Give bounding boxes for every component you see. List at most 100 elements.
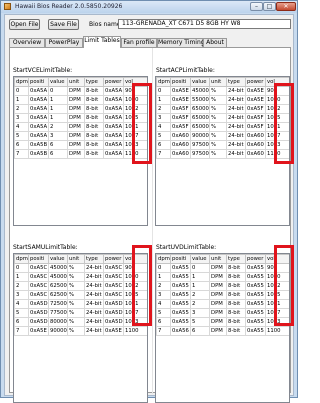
table-cell-type[interactable]: 24-bit	[226, 149, 246, 159]
table-cell-dpm[interactable]: 4	[14, 122, 29, 132]
table-cell-type[interactable]: 24-bit	[84, 299, 104, 309]
column-header-power[interactable]: power	[245, 77, 266, 87]
table-cell-vol[interactable]: 1075	[123, 290, 147, 300]
table-cell-dpm[interactable]: 4	[156, 299, 171, 309]
table-cell-vol[interactable]: 900	[265, 86, 289, 96]
column-header-unit[interactable]: unit	[67, 254, 85, 264]
table-cell-value[interactable]: 2	[190, 299, 210, 309]
table-cell-vol[interactable]: 1081	[265, 122, 289, 132]
table-cell-value[interactable]: 77500	[48, 308, 68, 318]
table-cell-vol[interactable]: 1075	[123, 113, 147, 123]
table-cell-dpm[interactable]: 3	[14, 113, 29, 123]
column-header-dpm[interactable]: dpm	[156, 254, 171, 264]
table-cell-value[interactable]: 6	[48, 140, 68, 150]
table-cell-power[interactable]: 0xA55	[245, 263, 266, 273]
table-cell-power[interactable]: 0xA5C	[103, 290, 124, 300]
title-bar[interactable]: Hawaii Bios Reader 2.0.5850.20926 – □ ✕	[1, 1, 297, 13]
table-cell-unit[interactable]: %	[209, 131, 227, 141]
table-cell-positi[interactable]: 0xA5B	[28, 140, 49, 150]
column-header-value[interactable]: value	[48, 77, 68, 87]
table-cell-type[interactable]: 24-bit	[84, 281, 104, 291]
table-row[interactable]: 4 0xA5F 65000% 24-bit 0xA5F 1081	[156, 122, 289, 132]
table-cell-vol[interactable]: 1100	[123, 326, 147, 336]
table-cell-vol[interactable]: 1000	[123, 272, 147, 282]
table-cell-power[interactable]: 0xA5A	[103, 95, 124, 105]
column-header-value[interactable]: value	[190, 77, 210, 87]
vce-limit-grid[interactable]: dpm positi value unit type power vol 0 0xA5A 0 DPM…	[13, 76, 148, 226]
maximize-button[interactable]: □	[263, 2, 276, 11]
column-header-power[interactable]: power	[103, 254, 124, 264]
table-cell-vol[interactable]: 1000	[123, 95, 147, 105]
column-header-positi[interactable]: positi	[28, 254, 49, 264]
table-cell-dpm[interactable]: 7	[14, 149, 29, 159]
table-cell-dpm[interactable]: 7	[156, 326, 171, 336]
close-button[interactable]: ✕	[276, 2, 296, 11]
column-header-dpm[interactable]: dpm	[14, 77, 29, 87]
table-row[interactable]: 4 0xA5D 72500% 24-bit 0xA5D 1081	[14, 299, 147, 309]
table-cell-power[interactable]: 0xA60	[245, 140, 266, 150]
table-cell-vol[interactable]: 1081	[123, 299, 147, 309]
table-cell-vol[interactable]: 1081	[123, 122, 147, 132]
column-header-power[interactable]: power	[103, 77, 124, 87]
table-cell-vol[interactable]: 1093	[123, 317, 147, 327]
table-cell-type[interactable]: 8-bit	[84, 104, 104, 114]
table-row[interactable]: 1 0xA5E 55000% 24-bit 0xA5E 1000	[156, 95, 289, 105]
table-row[interactable]: 6 0xA5D 80000% 24-bit 0xA5D 1093	[14, 317, 147, 327]
table-cell-vol[interactable]: 1093	[123, 140, 147, 150]
table-cell-unit[interactable]: DPM	[209, 290, 227, 300]
column-header-vol[interactable]: vol	[123, 77, 147, 87]
table-cell-unit[interactable]: DPM	[209, 272, 227, 282]
table-cell-unit[interactable]: %	[67, 317, 85, 327]
table-cell-type[interactable]: 24-bit	[84, 326, 104, 336]
tab-powerplay[interactable]: PowerPlay	[45, 38, 83, 47]
table-cell-unit[interactable]: DPM	[67, 113, 85, 123]
table-cell-value[interactable]: 3	[48, 131, 68, 141]
table-cell-power[interactable]: 0xA5F	[245, 104, 266, 114]
table-cell-positi[interactable]: 0xA56	[170, 326, 191, 336]
table-cell-type[interactable]: 8-bit	[84, 113, 104, 123]
table-cell-value[interactable]: 90000	[48, 326, 68, 336]
table-cell-dpm[interactable]: 0	[156, 263, 171, 273]
table-cell-vol[interactable]: 1087	[123, 308, 147, 318]
table-cell-power[interactable]: 0xA55	[245, 299, 266, 309]
table-cell-positi[interactable]: 0xA5A	[28, 104, 49, 114]
table-cell-unit[interactable]: DPM	[67, 140, 85, 150]
table-cell-positi[interactable]: 0xA55	[170, 290, 191, 300]
table-cell-dpm[interactable]: 4	[156, 122, 171, 132]
open-file-button[interactable]: Open File	[9, 19, 40, 30]
column-header-dpm[interactable]: dpm	[156, 77, 171, 87]
table-cell-power[interactable]: 0xA5A	[103, 104, 124, 114]
table-cell-vol[interactable]: 1093	[265, 317, 289, 327]
minimize-button[interactable]: –	[250, 2, 263, 11]
table-cell-unit[interactable]: %	[209, 86, 227, 96]
table-cell-power[interactable]: 0xA60	[245, 131, 266, 141]
table-cell-unit[interactable]: %	[209, 149, 227, 159]
table-row[interactable]: 7 0xA5E 90000% 24-bit 0xA5E 1100	[14, 326, 147, 336]
table-cell-dpm[interactable]: 1	[14, 272, 29, 282]
table-row[interactable]: 5 0xA60 90000% 24-bit 0xA60 1087	[156, 131, 289, 141]
table-cell-type[interactable]: 24-bit	[226, 104, 246, 114]
table-cell-unit[interactable]: %	[67, 326, 85, 336]
table-cell-positi[interactable]: 0xA55	[170, 308, 191, 318]
table-cell-type[interactable]: 8-bit	[84, 122, 104, 132]
table-cell-type[interactable]: 24-bit	[84, 272, 104, 282]
tab-about[interactable]: About	[203, 38, 227, 47]
table-cell-power[interactable]: 0xA55	[245, 272, 266, 282]
table-cell-vol[interactable]: 1087	[265, 308, 289, 318]
table-cell-power[interactable]: 0xA5E	[245, 86, 266, 96]
table-cell-unit[interactable]: DPM	[67, 86, 85, 96]
table-cell-power[interactable]: 0xA5D	[103, 317, 124, 327]
table-cell-positi[interactable]: 0xA5D	[28, 299, 49, 309]
table-cell-positi[interactable]: 0xA5C	[28, 281, 49, 291]
table-row[interactable]: 4 0xA5A 2 DPM 8-bit 0xA5A 1081	[14, 122, 147, 132]
table-cell-dpm[interactable]: 2	[156, 104, 171, 114]
table-cell-positi[interactable]: 0xA5F	[170, 104, 191, 114]
table-cell-dpm[interactable]: 3	[156, 290, 171, 300]
table-row[interactable]: 3 0xA5F 65000% 24-bit 0xA5F 1075	[156, 113, 289, 123]
table-cell-type[interactable]: 24-bit	[226, 131, 246, 141]
table-cell-power[interactable]: 0xA5A	[103, 86, 124, 96]
column-header-vol[interactable]: vol	[123, 254, 147, 264]
table-cell-vol[interactable]: 1075	[265, 290, 289, 300]
table-cell-value[interactable]: 90000	[190, 131, 210, 141]
table-cell-unit[interactable]: %	[209, 122, 227, 132]
